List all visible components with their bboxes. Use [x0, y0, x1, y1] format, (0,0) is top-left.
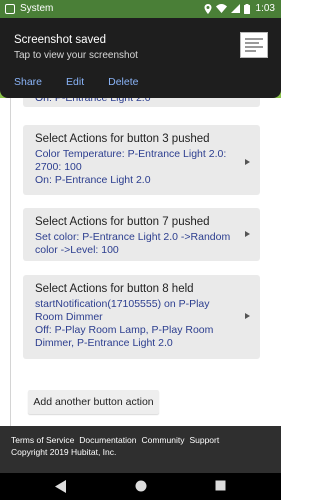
card-line: startNotification(17105555) on P-Play — [35, 298, 210, 310]
battery-icon — [243, 3, 250, 14]
card-line: Off: P-Play Room Lamp, P-Play Room — [35, 324, 214, 336]
status-time: 1:03 — [255, 3, 275, 14]
card-title: Select Actions for button 3 pushed — [35, 133, 210, 145]
expand-arrow-icon[interactable] — [245, 313, 250, 319]
notification-actions: Share Edit Delete — [14, 76, 138, 88]
status-bar: System 1:03 — [0, 0, 281, 18]
status-icons: 1:03 — [204, 3, 275, 14]
card-line: Color Temperature: P-Entrance Light 2.0: — [35, 148, 227, 160]
navigation-bar — [0, 473, 281, 500]
footer-link-community[interactable]: Community — [141, 435, 184, 445]
section-rail — [10, 98, 11, 473]
add-button-action-button[interactable]: Add another button action — [28, 390, 159, 414]
card-line: On: P-Entrance Light 2.0 — [35, 174, 151, 186]
expand-arrow-icon[interactable] — [245, 231, 250, 237]
card-title: Select Actions for button 8 held — [35, 283, 194, 295]
card-line: Room Dimmer — [35, 311, 103, 323]
screenshot-thumbnail[interactable] — [240, 32, 268, 58]
notification-subtitle: Tap to view your screenshot — [14, 50, 138, 61]
delete-action[interactable]: Delete — [108, 76, 138, 88]
footer-link-terms[interactable]: Terms of Service — [11, 435, 74, 445]
card-title: Select Actions for button 7 pushed — [35, 216, 210, 228]
card-line: Dimmer, P-Entrance Light 2.0 — [35, 337, 173, 349]
card-line: color ->Level: 100 — [35, 244, 119, 256]
screenshot-notification[interactable]: Screenshot saved Tap to view your screen… — [0, 18, 281, 98]
location-icon — [204, 3, 212, 14]
card-line: Set color: P-Entrance Light 2.0 ->Random — [35, 231, 231, 243]
footer-links: Terms of Service Documentation Community… — [11, 435, 219, 445]
back-icon[interactable] — [55, 480, 66, 493]
footer-link-support[interactable]: Support — [189, 435, 219, 445]
footer-copyright: Copyright 2019 Hubitat, Inc. — [11, 447, 117, 457]
page-footer: Terms of Service Documentation Community… — [0, 426, 281, 473]
edit-action[interactable]: Edit — [66, 76, 84, 88]
recents-icon[interactable] — [215, 480, 226, 491]
action-card-button-3-pushed[interactable]: Select Actions for button 3 pushed Color… — [23, 125, 260, 195]
home-icon[interactable] — [135, 480, 147, 492]
button-actions-list: On: P-Entrance Light 2.0 Select Actions … — [0, 92, 281, 473]
card-line: 2700: 100 — [35, 161, 82, 173]
expand-arrow-icon[interactable] — [245, 159, 250, 165]
action-card-button-8-held[interactable]: Select Actions for button 8 held startNo… — [23, 275, 260, 359]
screenshot-icon — [5, 4, 15, 14]
footer-link-documentation[interactable]: Documentation — [79, 435, 136, 445]
action-card-button-7-pushed[interactable]: Select Actions for button 7 pushed Set c… — [23, 208, 260, 261]
share-action[interactable]: Share — [14, 76, 42, 88]
status-app-name: System — [20, 3, 54, 14]
wifi-icon — [215, 4, 227, 13]
cell-signal-icon — [230, 4, 240, 13]
notification-title: Screenshot saved — [14, 34, 107, 46]
